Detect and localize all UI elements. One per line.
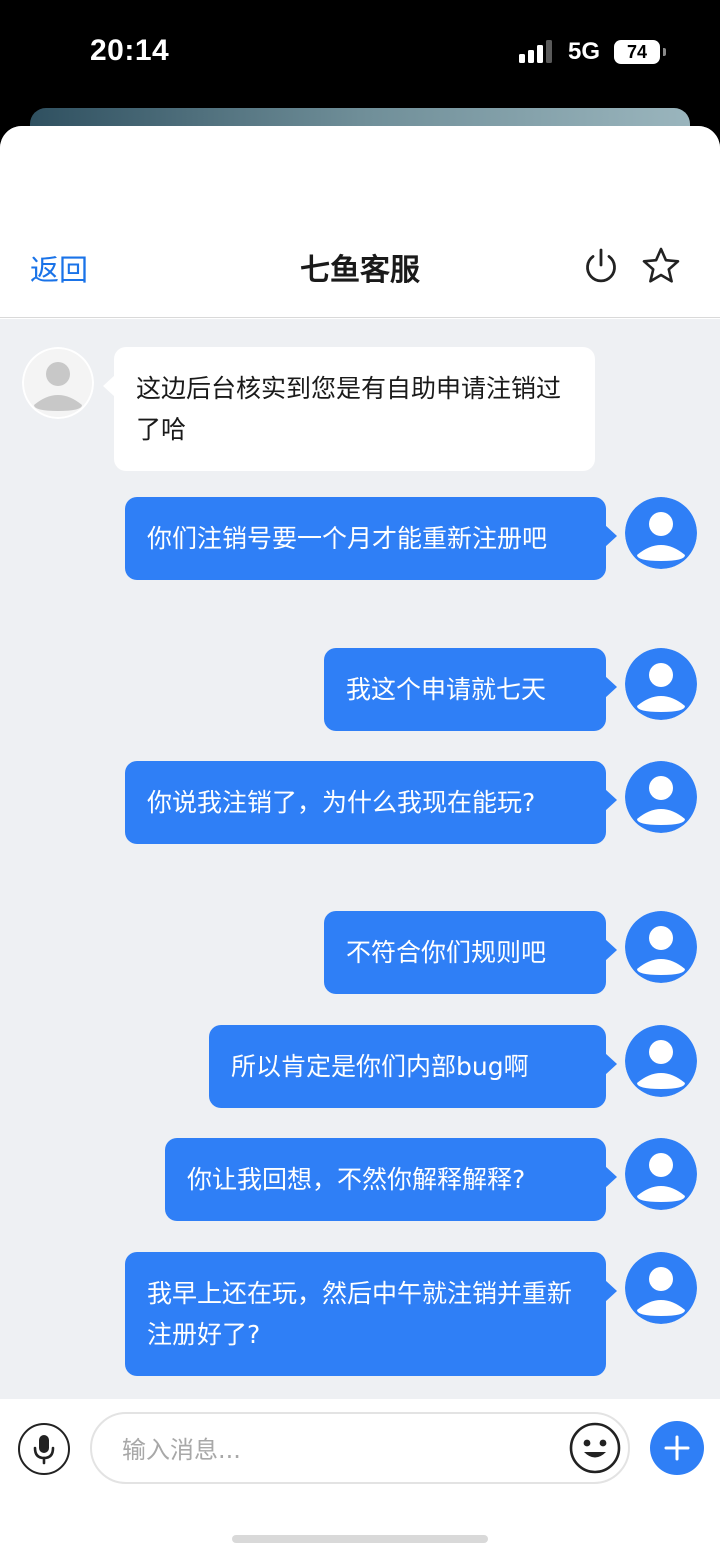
message-text: 不符合你们规则吧 [346, 938, 547, 967]
plus-icon [664, 1435, 690, 1461]
network-label: 5G [567, 38, 600, 65]
bubble-tail [605, 1280, 617, 1302]
message-text: 你们注销号要一个月才能重新注册吧 [147, 524, 548, 553]
bubble-tail [605, 525, 617, 547]
status-bar: 20:14 5G 74 [0, 0, 720, 108]
battery-icon: 74 [614, 40, 666, 64]
message-text: 我早上还在玩，然后中午就注销并重新注册好了? [147, 1279, 573, 1349]
message-text: 这边后台核实到您是有自助申请注销过了哈 [136, 374, 562, 444]
bubble-tail [605, 1166, 617, 1188]
message-text: 我这个申请就七天 [346, 675, 547, 704]
user-avatar [625, 911, 697, 983]
message-text: 所以肯定是你们内部bug啊 [231, 1052, 529, 1081]
user-avatar [625, 1252, 697, 1324]
message-bubble[interactable]: 这边后台核实到您是有自助申请注销过了哈 [103, 347, 595, 471]
message-bubble[interactable]: 我早上还在玩，然后中午就注销并重新注册好了? [125, 1252, 617, 1376]
message-bubble[interactable]: 你说我注销了，为什么我现在能玩? [125, 761, 617, 844]
status-time: 20:14 [90, 34, 170, 67]
microphone-icon [33, 1435, 55, 1465]
bubble-tail [605, 789, 617, 811]
message-text: 你说我注销了，为什么我现在能玩? [147, 788, 536, 817]
message-bubble[interactable]: 你们注销号要一个月才能重新注册吧 [125, 497, 617, 580]
message-bubble[interactable]: 你让我回想，不然你解释解释? [165, 1138, 617, 1221]
voice-button[interactable] [18, 1423, 70, 1475]
chat-area[interactable]: 这边后台核实到您是有自助申请注销过了哈 你们注销号要一个月才能重新注册吧 我这个… [0, 319, 720, 1399]
home-indicator[interactable] [232, 1535, 488, 1543]
battery-level: 74 [626, 41, 648, 62]
bubble-tail [605, 939, 617, 961]
agent-avatar [22, 347, 94, 419]
bubble-tail [605, 1053, 617, 1075]
star-icon[interactable] [641, 246, 681, 286]
user-avatar [625, 1138, 697, 1210]
chat-header: 七鱼客服 返回 [0, 126, 720, 318]
message-text: 你让我回想，不然你解释解释? [187, 1165, 526, 1194]
emoji-icon[interactable] [568, 1421, 622, 1475]
user-avatar [625, 648, 697, 720]
add-button[interactable] [650, 1421, 704, 1475]
bubble-tail [605, 676, 617, 698]
user-avatar [625, 497, 697, 569]
bubble-tail [103, 375, 115, 397]
signal-icon [518, 40, 552, 63]
power-icon[interactable] [582, 247, 620, 285]
user-avatar [625, 1025, 697, 1097]
message-input-container [90, 1412, 630, 1484]
message-bubble[interactable]: 我这个申请就七天 [324, 648, 617, 731]
message-input[interactable] [120, 1430, 560, 1470]
back-button[interactable]: 返回 [30, 247, 88, 289]
user-avatar [625, 761, 697, 833]
battery-tip [663, 48, 666, 56]
message-bubble[interactable]: 不符合你们规则吧 [324, 911, 617, 994]
message-bubble[interactable]: 所以肯定是你们内部bug啊 [209, 1025, 617, 1108]
customer-service-sheet: 七鱼客服 返回 这边后台核实到您是有自助申请注销过了哈 你们注销号要一个月才能重… [0, 126, 720, 1561]
status-indicators: 5G 74 [518, 38, 666, 66]
input-bar [0, 1399, 720, 1561]
